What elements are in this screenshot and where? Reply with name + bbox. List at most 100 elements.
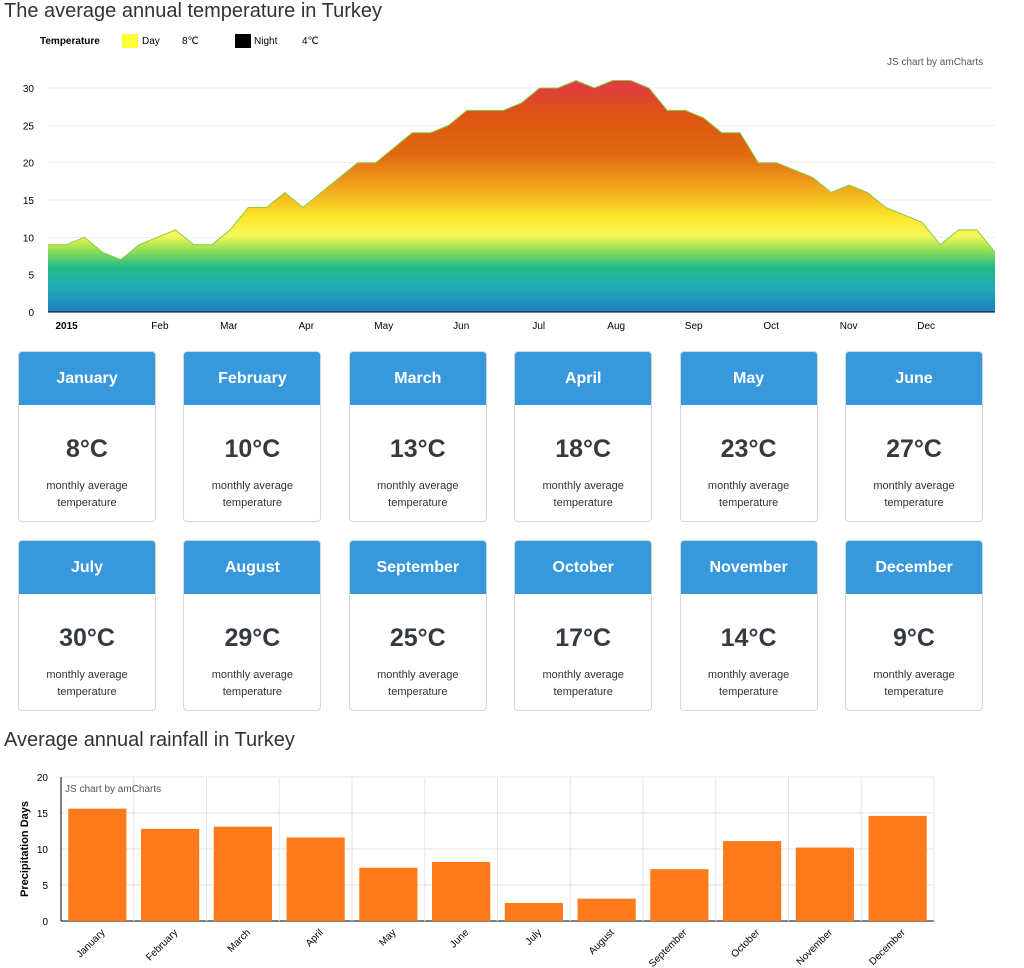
month-card-title: April: [515, 352, 652, 405]
rainfall-y-tick-label: 0: [42, 917, 48, 928]
temperature-x-tick-label: Nov: [840, 321, 858, 332]
month-card: February 10°C monthly average temperature: [183, 351, 322, 522]
amcharts-credit-link[interactable]: JS chart by amCharts: [887, 57, 983, 68]
month-card: October 17°C monthly average temperature: [514, 540, 653, 711]
rainfall-x-tick-label: November: [795, 927, 836, 968]
month-card-temperature: 27°C: [886, 435, 942, 463]
rainfall-bar[interactable]: [650, 869, 709, 921]
rainfall-x-tick-label: December: [867, 927, 908, 968]
month-card-description: monthly average temperature: [542, 669, 624, 698]
temperature-y-tick-label: 5: [28, 271, 34, 282]
month-card-temperature: 25°C: [389, 624, 446, 652]
month-card-title: February: [184, 352, 321, 405]
legend-day-value: 8℃: [182, 36, 199, 47]
temperature-area[interactable]: [48, 80, 995, 313]
rainfall-bar[interactable]: [68, 808, 127, 921]
legend-day-label[interactable]: Day: [142, 36, 160, 47]
month-card-description: monthly average temperature: [873, 669, 955, 698]
month-card-temperature: 29°C: [224, 624, 281, 652]
rainfall-x-tick-label: March: [226, 927, 253, 954]
temperature-x-axis: 2015 Feb Mar Apr May Jun Jul Aug Sep Oct Nov Dec: [55, 321, 935, 332]
temperature-x-tick-label: Sep: [685, 321, 703, 332]
month-card-temperature: 17°C: [555, 624, 612, 652]
month-card-temperature: 14°C: [720, 624, 777, 652]
month-card: March 13°C monthly average temperature: [348, 351, 487, 522]
month-card-description: monthly average temperature: [542, 480, 624, 509]
legend-night-value: 4℃: [302, 36, 319, 47]
month-card-title: November: [680, 541, 817, 594]
rainfall-bar[interactable]: [141, 828, 200, 921]
rainfall-amcharts-credit[interactable]: JS chart by amCharts: [65, 784, 161, 795]
month-card-title: January: [19, 352, 155, 405]
month-card-temperature: 18°C: [555, 435, 612, 463]
month-card: April 18°C monthly average temperature: [514, 351, 653, 522]
month-card: May 23°C monthly average temperature: [679, 351, 818, 522]
rainfall-y-tick-label: 10: [37, 845, 49, 856]
temperature-x-tick-label: Apr: [298, 321, 314, 332]
month-card-title: June: [846, 352, 982, 405]
rainfall-bar[interactable]: [577, 898, 636, 921]
rainfall-bar[interactable]: [868, 815, 927, 921]
rainfall-x-tick-label: January: [75, 927, 108, 960]
temperature-x-tick-label: 2015: [55, 321, 78, 332]
temperature-x-tick-label: Aug: [607, 321, 625, 332]
temperature-y-axis: 0 5 10 15 20 25 30: [23, 84, 35, 319]
rainfall-x-tick-label: October: [729, 927, 762, 960]
rainfall-bar[interactable]: [723, 841, 782, 921]
rainfall-x-tick-label: July: [524, 927, 544, 947]
legend-title: Temperature: [40, 36, 100, 47]
month-card: June 27°C monthly average temperature: [845, 351, 983, 522]
month-card-description: monthly average temperature: [211, 669, 294, 698]
rainfall-x-axis: January February March April May June July Augu…: [75, 927, 909, 968]
month-card-title: September: [349, 541, 486, 594]
rainfall-y-axis-label: Precipitation Days: [19, 801, 31, 897]
month-card: August 29°C monthly average temperature: [183, 540, 322, 711]
temperature-chart-title: The average annual temperature in Turkey: [4, 0, 382, 22]
temperature-y-tick-label: 30: [23, 84, 35, 95]
rainfall-bar[interactable]: [359, 867, 418, 921]
legend-night-swatch[interactable]: [235, 34, 251, 48]
month-card-title: May: [680, 352, 817, 405]
rainfall-y-tick-label: 20: [37, 773, 49, 784]
month-card-description: monthly average temperature: [46, 669, 128, 698]
month-card-title: March: [349, 352, 486, 405]
rainfall-y-axis: 0 5 10 15 20: [37, 773, 49, 928]
rainfall-y-tick-label: 5: [42, 881, 48, 892]
month-card: July 30°C monthly average temperature: [18, 540, 156, 711]
month-card-title: July: [19, 541, 155, 594]
rainfall-bar[interactable]: [213, 826, 272, 921]
month-card-description: monthly average temperature: [707, 480, 790, 509]
month-card-description: monthly average temperature: [377, 480, 459, 509]
rainfall-bar[interactable]: [432, 861, 491, 921]
temperature-area-chart: 0 5 10 15 20 25 30 2015 Feb Mar Apr May Jun Jul Aug Se…: [23, 79, 996, 332]
temperature-x-tick-label: Jun: [453, 321, 469, 332]
legend-day-swatch[interactable]: [122, 34, 138, 48]
rainfall-y-tick-label: 15: [37, 809, 49, 820]
legend-night-label[interactable]: Night: [254, 36, 277, 47]
month-card-temperature: 23°C: [720, 435, 777, 463]
rainfall-x-tick-label: February: [144, 927, 180, 963]
temperature-y-tick-label: 0: [28, 308, 34, 319]
rainfall-bar-chart: 0 5 10 15 20 January February March April May Jun…: [19, 773, 935, 968]
month-card-description: monthly average temperature: [211, 480, 294, 509]
temperature-x-tick-label: Feb: [151, 321, 169, 332]
month-card-title: December: [846, 541, 982, 594]
temperature-y-tick-label: 25: [23, 121, 35, 132]
month-card-temperature: 9°C: [893, 624, 935, 652]
month-card-temperature: 10°C: [224, 435, 281, 463]
rainfall-x-tick-label: June: [448, 927, 471, 950]
rainfall-bar[interactable]: [504, 903, 563, 921]
temperature-y-tick-label: 20: [23, 159, 35, 170]
month-card-description: monthly average temperature: [873, 480, 955, 509]
month-card-temperature: 8°C: [66, 435, 108, 463]
rainfall-bar[interactable]: [795, 847, 854, 921]
month-card-description: monthly average temperature: [377, 669, 459, 698]
month-card: December 9°C monthly average temperature: [845, 540, 983, 711]
month-card: January 8°C monthly average temperature: [18, 351, 156, 522]
rainfall-bar[interactable]: [286, 837, 345, 921]
temperature-x-tick-label: Oct: [763, 321, 779, 332]
rainfall-x-tick-label: August: [587, 927, 617, 957]
rainfall-x-tick-label: September: [647, 927, 690, 968]
month-card-temperature: 13°C: [389, 435, 446, 463]
temperature-x-tick-label: Dec: [917, 321, 935, 332]
